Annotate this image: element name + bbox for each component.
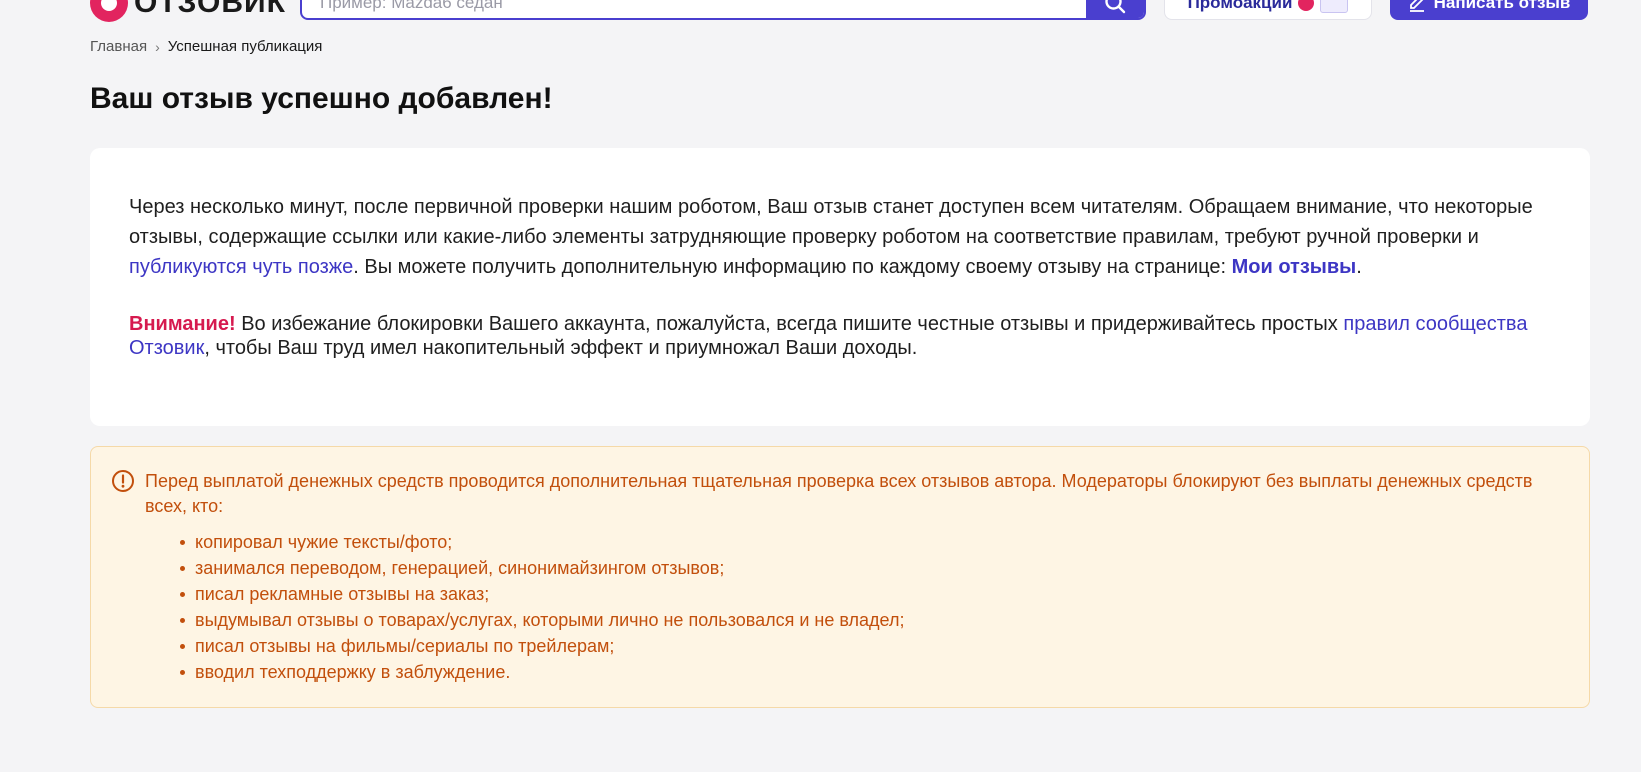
pencil-icon (1409, 0, 1424, 12)
promo-label: Промоакции (1187, 0, 1293, 12)
breadcrumb: Главная › Успешная публикация (90, 38, 322, 55)
promo-button[interactable]: Промоакции (1164, 0, 1372, 20)
alert-circle-icon (112, 470, 134, 492)
gift-icon (1320, 0, 1349, 13)
my-reviews-link[interactable]: Мои отзывы (1232, 256, 1357, 278)
notice-text: Перед выплатой денежных средств проводит… (145, 471, 1533, 516)
info-text-part1: Через несколько минут, после первичной п… (129, 196, 1533, 248)
warning-text-part2: , чтобы Ваш труд имел накопительный эффе… (204, 337, 918, 359)
page-title: Ваш отзыв успешно добавлен! (90, 82, 553, 115)
list-item: писал рекламные отзывы на заказ; (179, 581, 904, 607)
search-button[interactable] (1086, 0, 1144, 18)
write-review-label: Написать отзыв (1433, 0, 1571, 12)
success-card: Через несколько минут, после первичной п… (90, 148, 1590, 426)
list-item: выдумывал отзывы о товарах/услугах, кото… (179, 607, 904, 633)
payout-notice: Перед выплатой денежных средств проводит… (90, 446, 1590, 708)
published-later-link[interactable]: публикуются чуть позже (129, 256, 353, 278)
info-paragraph: Через несколько минут, после первичной п… (129, 192, 1550, 282)
breadcrumb-home-link[interactable]: Главная (90, 38, 147, 55)
promo-badge-icon (1298, 0, 1315, 11)
write-review-button[interactable]: Написать отзыв (1390, 0, 1588, 20)
list-item: вводил техподдержку в заблуждение. (179, 659, 904, 685)
breadcrumb-current: Успешная публикация (167, 38, 323, 55)
warning-paragraph: Внимание! Во избежание блокировки Вашего… (129, 312, 1550, 360)
list-item: копировал чужие тексты/фото; (179, 529, 904, 555)
site-logo[interactable]: ОТЗОВИК (90, 0, 286, 22)
top-header: ОТЗОВИК Промоакции Написать отзыв (0, 0, 1641, 22)
info-text-part2: . Вы можете получить дополнительную инфо… (353, 256, 1232, 278)
breadcrumb-separator: › (155, 38, 160, 55)
attention-label: Внимание! (129, 313, 236, 335)
search-bar (300, 0, 1146, 20)
list-item: занимался переводом, генерацией, синоним… (179, 555, 904, 581)
logo-text: ОТЗОВИК (134, 0, 286, 19)
search-icon (1105, 0, 1126, 14)
warning-text-part1: Во избежание блокировки Вашего аккаунта,… (235, 313, 1344, 335)
list-item: писал отзывы на фильмы/сериалы по трейле… (179, 633, 904, 659)
notice-list: копировал чужие тексты/фото; занимался п… (179, 529, 904, 685)
search-input[interactable] (302, 0, 1086, 18)
logo-mark-icon (90, 0, 128, 22)
info-text-end: . (1356, 256, 1362, 278)
